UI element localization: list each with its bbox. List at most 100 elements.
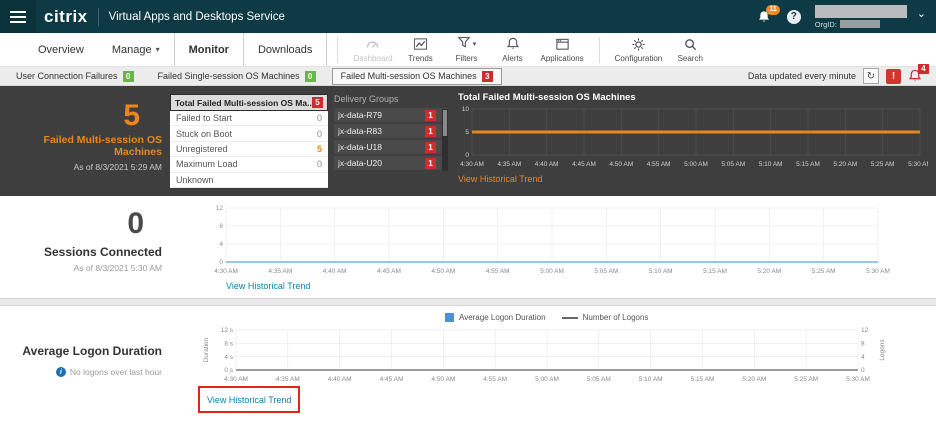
- failed-machines-title: Failed Multi-session OS Machines: [0, 134, 162, 158]
- failed-machines-chart-area: Total Failed Multi-session OS Machines 4…: [458, 92, 928, 187]
- svg-text:4: 4: [861, 354, 865, 361]
- sessions-chart: 4:30 AM4:35 AM4:40 AM4:45 AM4:50 AM4:55 …: [204, 202, 892, 276]
- chart-title: Total Failed Multi-session OS Machines: [458, 92, 928, 103]
- svg-text:4:50 AM: 4:50 AM: [431, 268, 455, 275]
- svg-text:4: 4: [219, 241, 223, 248]
- logon-note: i No logons over last hour: [0, 367, 162, 377]
- svg-text:8 s: 8 s: [224, 341, 233, 348]
- svg-text:4:30 AM: 4:30 AM: [460, 161, 484, 168]
- dropdown-count-badge: 5: [312, 97, 323, 108]
- alerts-bell-icon[interactable]: 4: [908, 69, 922, 83]
- legend-line-swatch: [562, 317, 578, 319]
- failure-type-row[interactable]: Unknown: [170, 173, 328, 188]
- manage-caret-icon: ▾: [156, 45, 160, 54]
- filters-caret-icon: ▾: [473, 40, 477, 48]
- main-navbar: Overview Manage▾ Monitor Downloads Dashb…: [0, 33, 936, 67]
- svg-text:4:55 AM: 4:55 AM: [483, 376, 507, 383]
- svg-text:5:10 AM: 5:10 AM: [759, 161, 783, 168]
- svg-text:5:25 AM: 5:25 AM: [812, 268, 836, 275]
- view-historical-trend-link[interactable]: View Historical Trend: [458, 174, 542, 184]
- annotation-highlight: View Historical Trend: [198, 386, 300, 413]
- tab-user-connection-failures[interactable]: User Connection Failures 0: [8, 69, 142, 84]
- alert-tab-bar: User Connection Failures 0 Failed Single…: [0, 67, 936, 86]
- tool-dashboard: Dashboard: [348, 33, 397, 66]
- refresh-button[interactable]: ↻: [863, 68, 879, 84]
- configuration-gear-icon: [631, 37, 646, 52]
- sessions-summary: 0 Sessions Connected As of 8/3/2021 5:30…: [0, 208, 162, 273]
- svg-text:10: 10: [462, 106, 470, 113]
- svg-text:4:55 AM: 4:55 AM: [647, 161, 671, 168]
- svg-text:5:10 AM: 5:10 AM: [639, 376, 663, 383]
- sessions-connected-section: 0 Sessions Connected As of 8/3/2021 5:30…: [0, 196, 936, 298]
- help-icon[interactable]: ?: [787, 10, 801, 24]
- view-historical-trend-link[interactable]: View Historical Trend: [207, 395, 291, 405]
- svg-text:12: 12: [216, 205, 224, 212]
- delivery-group-row[interactable]: jx-data-R831: [334, 124, 448, 138]
- tab-monitor[interactable]: Monitor: [174, 33, 244, 66]
- alerts-bell-icon: [506, 37, 520, 52]
- view-historical-trend-link[interactable]: View Historical Trend: [226, 281, 310, 291]
- svg-text:5:25 AM: 5:25 AM: [794, 376, 818, 383]
- failed-machines-count: 5: [0, 100, 162, 132]
- critical-alert-icon[interactable]: !: [886, 69, 901, 84]
- delivery-groups-list: jx-data-R791 jx-data-R831 jx-data-U181 j…: [334, 108, 448, 170]
- svg-text:5:15 AM: 5:15 AM: [691, 376, 715, 383]
- tool-applications[interactable]: Applications: [536, 33, 589, 66]
- header-divider: [98, 8, 99, 26]
- dashboard-icon: [365, 37, 380, 52]
- chart-legend: Average Logon Duration Number of Logons: [445, 313, 648, 322]
- logon-chart-area: 4:30 AM4:35 AM4:40 AM4:45 AM4:50 AM4:55 …: [200, 326, 888, 384]
- svg-text:12: 12: [861, 327, 869, 334]
- scrollbar-thumb[interactable]: [443, 110, 447, 136]
- delivery-groups-column: Delivery Groups jx-data-R791 jx-data-R83…: [334, 94, 448, 190]
- failure-type-row[interactable]: Failed to Start0: [170, 111, 328, 126]
- notifications-bell-icon[interactable]: 11: [757, 10, 771, 24]
- failure-type-row[interactable]: Maximum Load0: [170, 157, 328, 172]
- svg-text:5:20 AM: 5:20 AM: [742, 376, 766, 383]
- svg-text:4 s: 4 s: [224, 354, 233, 361]
- applications-icon: [555, 37, 570, 52]
- tab-failed-multi-session[interactable]: Failed Multi-session OS Machines 3: [332, 68, 502, 85]
- svg-text:4:35 AM: 4:35 AM: [268, 268, 292, 275]
- alert-count-badge: 4: [918, 64, 929, 74]
- tool-configuration[interactable]: Configuration: [610, 33, 668, 66]
- delivery-group-row[interactable]: jx-data-R791: [334, 108, 448, 122]
- svg-text:5:00 AM: 5:00 AM: [684, 161, 708, 168]
- svg-text:5:05 AM: 5:05 AM: [587, 376, 611, 383]
- sessions-chart-area: 4:30 AM4:35 AM4:40 AM4:45 AM4:50 AM4:55 …: [204, 202, 892, 294]
- delivery-group-row[interactable]: jx-data-U201: [334, 156, 448, 170]
- info-icon: i: [56, 367, 66, 377]
- svg-text:12 s: 12 s: [221, 327, 234, 334]
- tool-alerts[interactable]: Alerts: [490, 33, 536, 66]
- filters-icon: [457, 35, 471, 54]
- tab-overview[interactable]: Overview: [24, 33, 98, 66]
- customer-name-redacted: [815, 5, 907, 18]
- tab-failed-single-session[interactable]: Failed Single-session OS Machines 0: [150, 69, 324, 84]
- svg-text:8: 8: [219, 223, 223, 230]
- average-logon-duration-section: Average Logon Duration Number of Logons …: [0, 306, 936, 424]
- svg-text:5:30 AM: 5:30 AM: [846, 376, 870, 383]
- sessions-title: Sessions Connected: [0, 245, 162, 259]
- tool-search[interactable]: Search: [667, 33, 713, 66]
- failed-machines-timestamp: As of 8/3/2021 5:29 AM: [0, 162, 162, 172]
- tool-filters[interactable]: ▾ Filters: [444, 33, 490, 66]
- failure-type-row[interactable]: Unregistered5: [170, 142, 328, 157]
- svg-text:5: 5: [465, 129, 469, 136]
- failed-machines-chart: 4:30 AM4:35 AM4:40 AM4:45 AM4:50 AM4:55 …: [458, 105, 928, 169]
- svg-text:5:10 AM: 5:10 AM: [649, 268, 673, 275]
- tab-downloads[interactable]: Downloads: [244, 33, 327, 66]
- nav-separator: [337, 37, 338, 63]
- tool-trends[interactable]: Trends: [398, 33, 444, 66]
- svg-text:0 s: 0 s: [224, 367, 233, 374]
- delivery-groups-scrollbar[interactable]: [442, 109, 448, 171]
- account-chevron-down-icon[interactable]: ⌄: [917, 7, 926, 20]
- svg-text:8: 8: [861, 341, 865, 348]
- svg-text:4:50 AM: 4:50 AM: [609, 161, 633, 168]
- svg-text:5:00 AM: 5:00 AM: [535, 376, 559, 383]
- tab-manage[interactable]: Manage▾: [98, 33, 174, 66]
- delivery-group-row[interactable]: jx-data-U181: [334, 140, 448, 154]
- hamburger-menu-icon[interactable]: [0, 0, 36, 33]
- svg-text:5:05 AM: 5:05 AM: [721, 161, 745, 168]
- failure-type-dropdown[interactable]: Total Failed Multi-session OS Ma... 5: [170, 94, 328, 111]
- failure-type-row[interactable]: Stuck on Boot0: [170, 126, 328, 141]
